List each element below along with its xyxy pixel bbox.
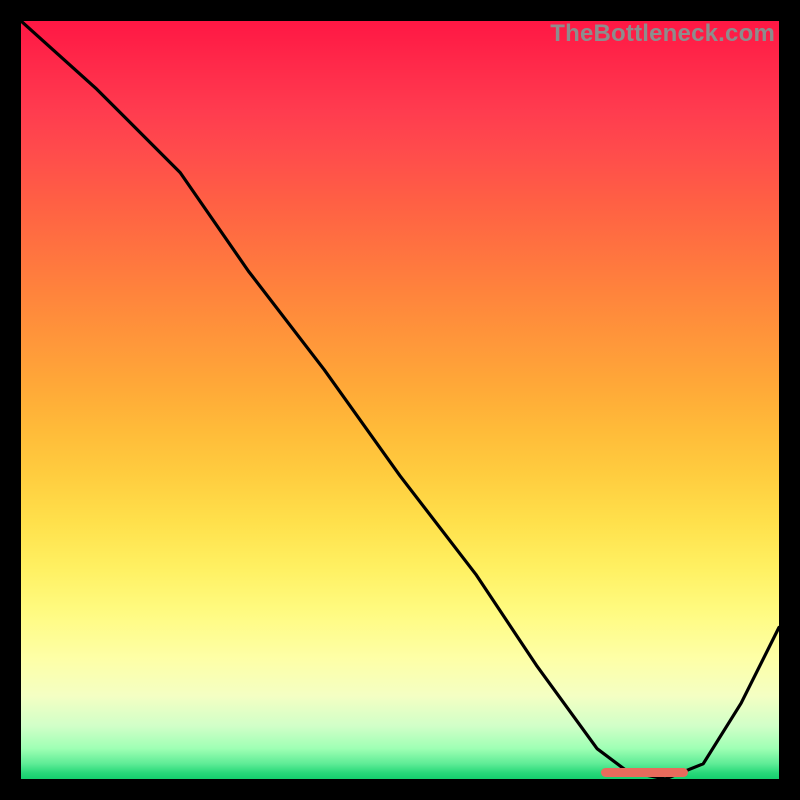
optimal-range-marker [601, 768, 688, 777]
chart-frame: TheBottleneck.com [21, 21, 779, 779]
bottleneck-curve [21, 21, 779, 779]
